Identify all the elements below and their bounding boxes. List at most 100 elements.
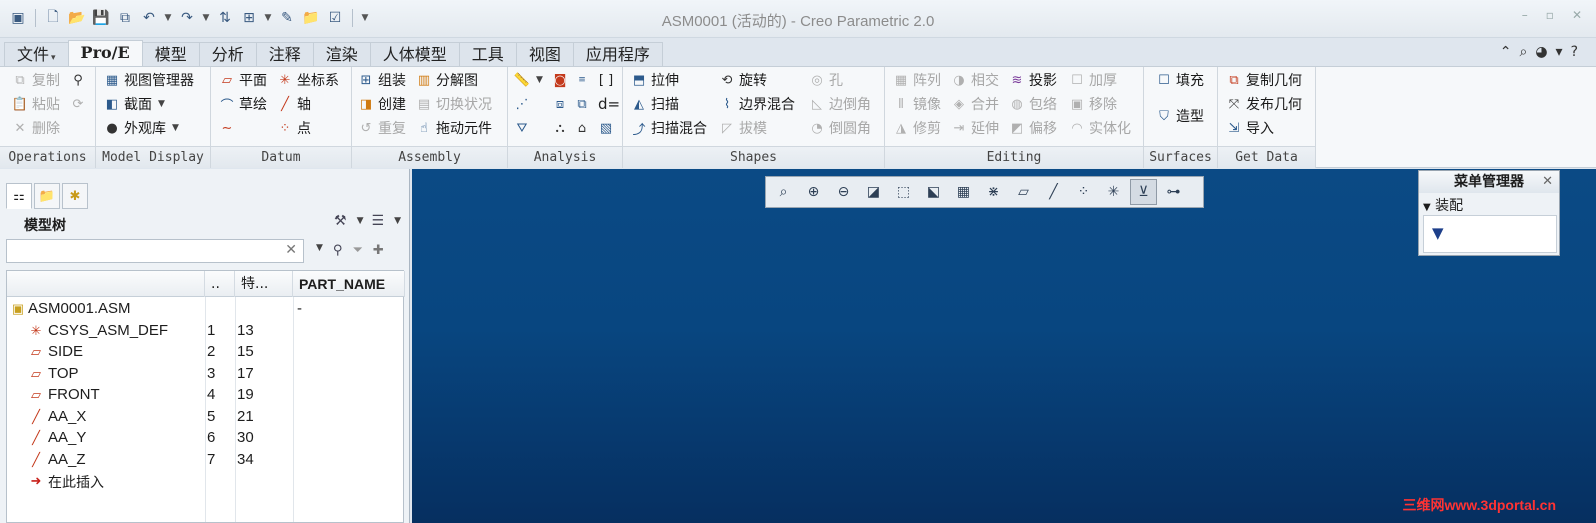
tree-row-csys[interactable]: ✳ CSYS_ASM_DEF 1 13 <box>7 321 403 342</box>
pattern-button[interactable]: ▦ 阵列 <box>893 69 941 91</box>
add-icon[interactable]: ✚ <box>373 243 384 258</box>
boundary-blend-button[interactable]: ⌇ 边界混合 <box>719 93 795 115</box>
round-button[interactable]: ◔ 倒圆角 <box>809 117 871 139</box>
clearance-button[interactable]: ⧉ <box>574 93 590 115</box>
binoculars-icon[interactable]: ⚲ <box>70 72 86 88</box>
swept-blend-button[interactable]: ⤴ 扫描混合 <box>631 117 707 139</box>
annotation-display-icon[interactable]: ⊶ <box>1160 179 1187 205</box>
switch-dimensions-button[interactable]: d= <box>598 93 620 115</box>
curvature-button[interactable]: ⋰ <box>514 93 530 115</box>
saved-orientations-icon[interactable]: ⬕ <box>920 179 947 205</box>
hole-button[interactable]: ◎ 孔 <box>809 69 843 91</box>
section-analysis-button[interactable]: ⛬ <box>552 117 568 139</box>
tree-show-icon[interactable]: ☰ <box>372 213 385 229</box>
tab-render[interactable]: 渲染 <box>312 42 371 66</box>
menu-manager-section[interactable]: ▼ 装配 <box>1423 195 1463 215</box>
appearance-gallery-button[interactable]: ● 外观库 ▼ <box>104 117 179 139</box>
intersect-button[interactable]: ◑ 相交 <box>951 69 999 91</box>
drag-components-button[interactable]: ☝ 拖动元件 <box>416 117 492 139</box>
toggle-status-button[interactable]: ▤ 切换状况 <box>416 93 492 115</box>
draft-analysis-button[interactable]: ⛛ <box>514 117 530 139</box>
tab-model[interactable]: 模型 <box>141 42 200 66</box>
axis-display-icon[interactable]: ╱ <box>1040 179 1067 205</box>
clear-search-icon[interactable]: ✕ <box>285 242 297 258</box>
tab-applications[interactable]: 应用程序 <box>572 42 663 66</box>
plane-button[interactable]: ▱ 平面 <box>219 69 267 91</box>
tab-proe[interactable]: Pro/E <box>67 40 143 66</box>
tab-annotate[interactable]: 注释 <box>255 42 314 66</box>
revolve-button[interactable]: ⟲ 旋转 <box>719 69 767 91</box>
maximize-button[interactable]: ▫ <box>1546 8 1554 22</box>
merge-button[interactable]: ◈ 合并 <box>951 93 999 115</box>
zoom-out-icon[interactable]: ⊖ <box>830 179 857 205</box>
trim-button[interactable]: ◮ 修剪 <box>893 117 941 139</box>
tree-row-aa-x[interactable]: ╱ AA_X 5 21 <box>7 407 403 428</box>
csys-button[interactable]: ✳ 坐标系 <box>277 69 339 91</box>
relations-button[interactable]: ≡ <box>574 69 590 91</box>
curve-button[interactable]: ∼ <box>219 117 235 139</box>
remove-button[interactable]: ▣ 移除 <box>1069 93 1117 115</box>
plane-display-icon[interactable]: ▱ <box>1010 179 1037 205</box>
tab-analysis[interactable]: 分析 <box>198 42 257 66</box>
tree-row-aa-z[interactable]: ╱ AA_Z 7 34 <box>7 450 403 471</box>
project-button[interactable]: ≋ 投影 <box>1009 69 1057 91</box>
exploded-view-button[interactable]: ▥ 分解图 <box>416 69 478 91</box>
spin-center-icon[interactable]: ⊻ <box>1130 179 1157 205</box>
tab-manikin[interactable]: 人体模型 <box>369 42 460 66</box>
selection-triangle-icon[interactable]: ▼ <box>1432 224 1444 242</box>
refit-icon[interactable]: ⌕ <box>770 179 797 205</box>
thicken-button[interactable]: ☐ 加厚 <box>1069 69 1117 91</box>
solidify-button[interactable]: ◠ 实体化 <box>1069 117 1131 139</box>
view-manager-icon[interactable]: ▦ <box>950 179 977 205</box>
model-tree-tab[interactable]: ⚏ <box>6 183 32 209</box>
point-display-icon[interactable]: ⁘ <box>1070 179 1097 205</box>
extend-button[interactable]: ⇥ 延伸 <box>951 117 999 139</box>
mirror-button[interactable]: ⫴ 镜像 <box>893 93 941 115</box>
tab-view[interactable]: 视图 <box>515 42 574 66</box>
measure-button[interactable]: 📏 ▼ <box>514 69 543 91</box>
column-header-name[interactable] <box>7 271 205 297</box>
repaint-icon[interactable]: ◪ <box>860 179 887 205</box>
point-button[interactable]: ⁘ 点 <box>277 117 311 139</box>
binoculars-icon[interactable]: ⚲ <box>333 243 343 258</box>
favorites-tab[interactable]: ✱ <box>62 183 88 209</box>
model-report-button[interactable]: ⌂ <box>574 117 590 139</box>
search-icon[interactable]: ⌕ <box>1519 44 1527 60</box>
csys-display-icon[interactable]: ✳ <box>1100 179 1127 205</box>
create-button[interactable]: ◨ 创建 <box>358 93 406 115</box>
display-style-icon[interactable]: ⬚ <box>890 179 917 205</box>
tab-file[interactable]: 文件 ▾ <box>4 42 69 66</box>
collapse-ribbon-icon[interactable]: ⌃ <box>1500 44 1512 60</box>
chevron-down-icon[interactable]: ▾ <box>1556 44 1563 60</box>
paste-button[interactable]: 📋 粘贴 ⟳ <box>12 93 86 115</box>
edge-chamfer-button[interactable]: ◺ 边倒角 <box>809 93 871 115</box>
style-button[interactable]: ⛉ 造型 <box>1156 105 1204 127</box>
column-header-status[interactable]: .. <box>205 271 235 297</box>
close-button[interactable]: ✕ <box>1572 8 1582 22</box>
minimize-button[interactable]: – <box>1522 8 1528 22</box>
assemble-button[interactable]: ⊞ 组装 <box>358 69 406 91</box>
tree-row-insert-here[interactable]: ➜ 在此插入 <box>7 471 403 492</box>
offset-button[interactable]: ◩ 偏移 <box>1009 117 1057 139</box>
chevron-down-icon[interactable]: ▼ <box>316 243 323 258</box>
zoom-in-icon[interactable]: ⊕ <box>800 179 827 205</box>
regenerate-icon[interactable]: ⟳ <box>70 96 86 112</box>
delete-button[interactable]: ✕ 删除 <box>12 117 60 139</box>
fill-button[interactable]: ☐ 填充 <box>1156 69 1204 91</box>
repeat-button[interactable]: ↺ 重复 <box>358 117 406 139</box>
parameters-button[interactable]: [ ] <box>598 69 614 91</box>
reference-viewer-button[interactable]: ▧ <box>598 117 614 139</box>
import-button[interactable]: ⇲ 导入 <box>1226 117 1274 139</box>
filter-icon[interactable]: ⏷ <box>352 243 362 258</box>
tree-row-aa-y[interactable]: ╱ AA_Y 6 30 <box>7 428 403 449</box>
copy-geometry-button[interactable]: ⧉ 复制几何 <box>1226 69 1302 91</box>
extrude-button[interactable]: ⬒ 拉伸 <box>631 69 679 91</box>
copy-button[interactable]: ⧉ 复制 ⚲ <box>12 69 86 91</box>
community-icon[interactable]: ◕ <box>1535 44 1547 60</box>
help-icon[interactable]: ? <box>1571 44 1578 60</box>
column-header-feature[interactable]: 特... <box>235 271 293 297</box>
view-manager-button[interactable]: ▦ 视图管理器 <box>104 69 194 91</box>
draft-button[interactable]: ◸ 拔模 <box>719 117 767 139</box>
publish-geometry-button[interactable]: ⤧ 发布几何 <box>1226 93 1302 115</box>
wrap-button[interactable]: ◍ 包络 <box>1009 93 1057 115</box>
